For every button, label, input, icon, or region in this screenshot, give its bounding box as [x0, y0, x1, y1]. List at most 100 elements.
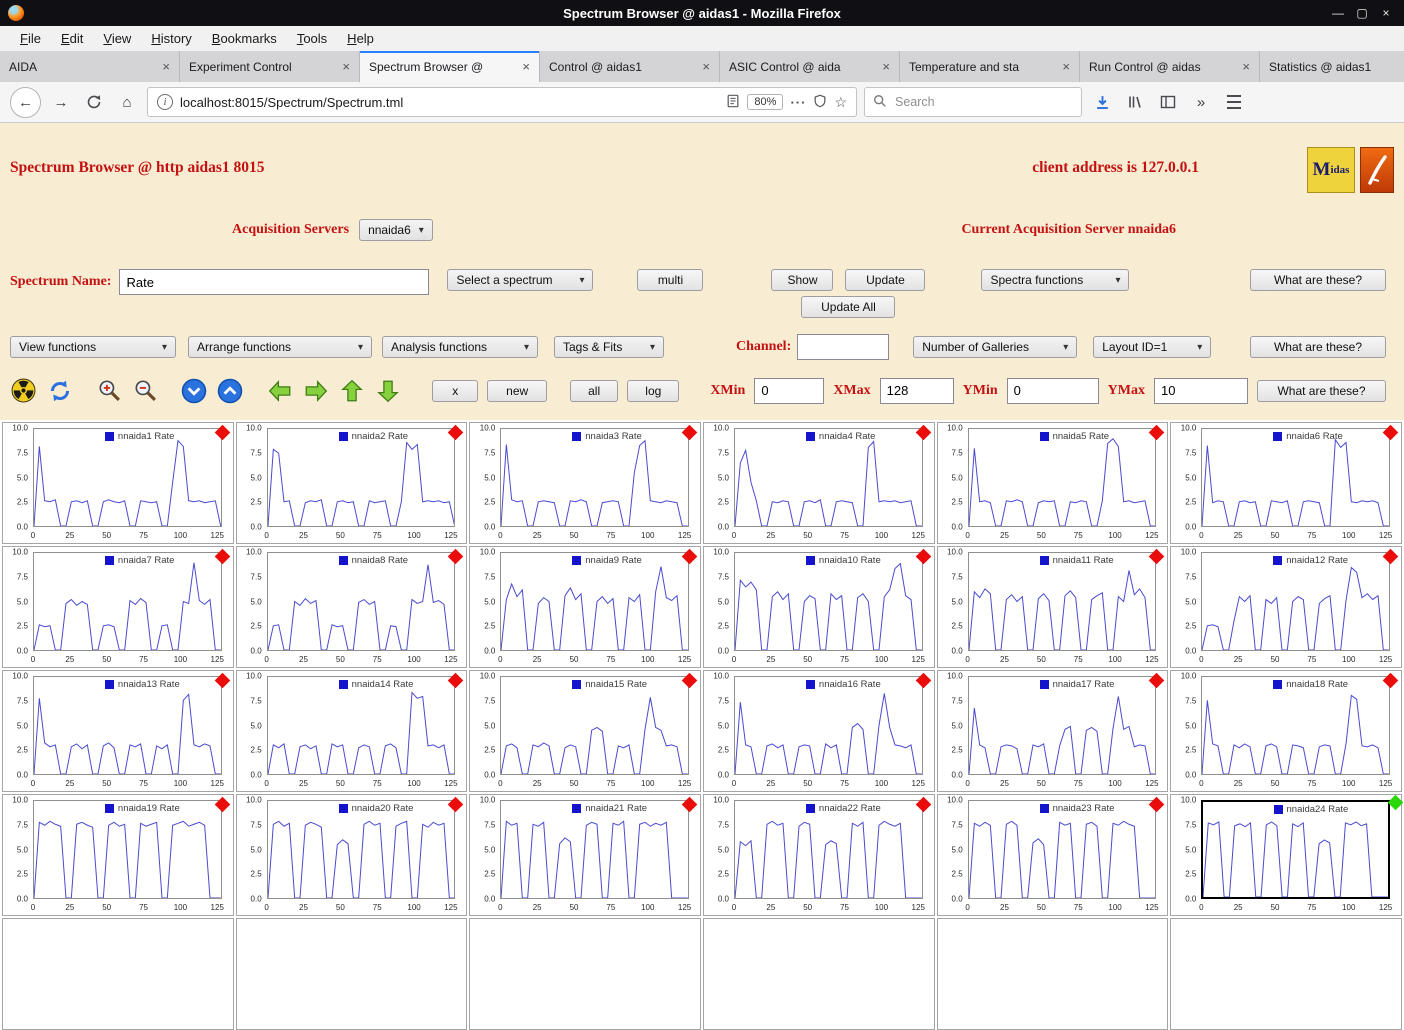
site-info-icon[interactable]: i: [157, 94, 173, 110]
tab-statistics-aidas1[interactable]: Statistics @ aidas1×: [1260, 51, 1404, 82]
tab-close-icon[interactable]: ×: [1062, 59, 1070, 74]
spectrum-panel-22[interactable]: 10.07.55.02.50.0nnaida22 Rate02550751001…: [703, 794, 935, 916]
what-are-these-button-2[interactable]: What are these?: [1250, 336, 1386, 358]
plot-area[interactable]: nnaida10 Rate: [734, 552, 923, 651]
update-button[interactable]: Update: [845, 269, 925, 291]
spectrum-panel-21[interactable]: 10.07.55.02.50.0nnaida21 Rate02550751001…: [469, 794, 701, 916]
plot-area[interactable]: nnaida18 Rate: [1201, 676, 1390, 775]
tab-asic-control-aida[interactable]: ASIC Control @ aida×: [720, 51, 900, 82]
up-arrow-icon[interactable]: [338, 377, 365, 404]
status-diamond-green[interactable]: [1388, 795, 1404, 811]
prev-arrow-icon[interactable]: [266, 377, 293, 404]
plot-area[interactable]: nnaida16 Rate: [734, 676, 923, 775]
forward-button[interactable]: →: [48, 89, 74, 115]
all-button[interactable]: all: [570, 380, 618, 402]
page-actions-icon[interactable]: ···: [790, 95, 806, 110]
plot-area[interactable]: nnaida12 Rate: [1201, 552, 1390, 651]
menu-tools[interactable]: Tools: [287, 29, 337, 48]
hamburger-menu-icon[interactable]: [1221, 89, 1247, 115]
log-button[interactable]: log: [627, 380, 679, 402]
what-are-these-button-1[interactable]: What are these?: [1250, 269, 1386, 291]
plot-area[interactable]: nnaida2 Rate: [267, 428, 456, 527]
x-button[interactable]: x: [432, 380, 478, 402]
spectrum-panel-4[interactable]: 10.07.55.02.50.0nnaida4 Rate025507510012…: [703, 422, 935, 544]
scroll-up-icon[interactable]: [216, 377, 243, 404]
number-of-galleries-dropdown[interactable]: Number of Galleries ▾: [913, 336, 1077, 358]
spectrum-panel-7[interactable]: 10.07.55.02.50.0nnaida7 Rate025507510012…: [2, 546, 234, 668]
spectrum-panel-11[interactable]: 10.07.55.02.50.0nnaida11 Rate02550751001…: [937, 546, 1169, 668]
menu-edit[interactable]: Edit: [51, 29, 93, 48]
zoom-in-icon[interactable]: [96, 377, 123, 404]
tags-fits-dropdown[interactable]: Tags & Fits ▾: [554, 336, 664, 358]
radiation-icon[interactable]: [10, 377, 37, 404]
tab-close-icon[interactable]: ×: [882, 59, 890, 74]
what-are-these-button-3[interactable]: What are these?: [1257, 380, 1386, 402]
plot-area[interactable]: nnaida4 Rate: [734, 428, 923, 527]
shield-icon[interactable]: [813, 94, 827, 111]
zoom-indicator[interactable]: 80%: [747, 94, 783, 110]
spectrum-panel-18[interactable]: 10.07.55.02.50.0nnaida18 Rate02550751001…: [1170, 670, 1402, 792]
menu-help[interactable]: Help: [337, 29, 384, 48]
minimize-button[interactable]: —: [1328, 6, 1348, 20]
layout-id-dropdown[interactable]: Layout ID=1 ▾: [1093, 336, 1211, 358]
scroll-down-icon[interactable]: [180, 377, 207, 404]
spectrum-panel-5[interactable]: 10.07.55.02.50.0nnaida5 Rate025507510012…: [937, 422, 1169, 544]
plot-area[interactable]: nnaida5 Rate: [968, 428, 1157, 527]
menu-file[interactable]: File: [10, 29, 51, 48]
spectrum-panel-8[interactable]: 10.07.55.02.50.0nnaida8 Rate025507510012…: [236, 546, 468, 668]
spectrum-name-input[interactable]: [119, 269, 429, 295]
home-icon[interactable]: ⌂: [114, 89, 140, 115]
menu-view[interactable]: View: [93, 29, 141, 48]
tab-close-icon[interactable]: ×: [342, 59, 350, 74]
xmax-input[interactable]: [880, 378, 954, 404]
update-all-button[interactable]: Update All: [801, 296, 895, 318]
spectrum-panel-3[interactable]: 10.07.55.02.50.0nnaida3 Rate025507510012…: [469, 422, 701, 544]
view-functions-dropdown[interactable]: View functions ▾: [10, 336, 176, 358]
search-input[interactable]: [893, 94, 1073, 110]
tab-run-control-aidas[interactable]: Run Control @ aidas×: [1080, 51, 1260, 82]
channel-input[interactable]: [797, 334, 889, 360]
tab-control-aidas1[interactable]: Control @ aidas1×: [540, 51, 720, 82]
ymin-input[interactable]: [1007, 378, 1099, 404]
xmin-input[interactable]: [754, 378, 824, 404]
tab-temperature-and-sta[interactable]: Temperature and sta×: [900, 51, 1080, 82]
plot-area[interactable]: nnaida21 Rate: [500, 800, 689, 899]
plot-area[interactable]: nnaida3 Rate: [500, 428, 689, 527]
analysis-functions-dropdown[interactable]: Analysis functions ▾: [382, 336, 538, 358]
menu-history[interactable]: History: [141, 29, 201, 48]
spectrum-panel-15[interactable]: 10.07.55.02.50.0nnaida15 Rate02550751001…: [469, 670, 701, 792]
menu-bookmarks[interactable]: Bookmarks: [202, 29, 287, 48]
reload-icon[interactable]: [81, 89, 107, 115]
url-text[interactable]: localhost:8015/Spectrum/Spectrum.tml: [180, 95, 403, 110]
plot-area[interactable]: nnaida7 Rate: [33, 552, 222, 651]
sidebar-icon[interactable]: [1155, 89, 1181, 115]
tab-close-icon[interactable]: ×: [1242, 59, 1250, 74]
spectrum-panel-14[interactable]: 10.07.55.02.50.0nnaida14 Rate02550751001…: [236, 670, 468, 792]
bookmark-star-icon[interactable]: ☆: [834, 94, 847, 111]
plot-area[interactable]: nnaida11 Rate: [968, 552, 1157, 651]
new-button[interactable]: new: [487, 380, 547, 402]
url-bar[interactable]: i localhost:8015/Spectrum/Spectrum.tml 8…: [147, 87, 857, 117]
multi-button[interactable]: multi: [637, 269, 703, 291]
spectrum-panel-24[interactable]: 10.07.55.02.50.0nnaida24 Rate02550751001…: [1170, 794, 1402, 916]
plot-area[interactable]: nnaida1 Rate: [33, 428, 222, 527]
spectrum-panel-2[interactable]: 10.07.55.02.50.0nnaida2 Rate025507510012…: [236, 422, 468, 544]
plot-area[interactable]: nnaida22 Rate: [734, 800, 923, 899]
tab-close-icon[interactable]: ×: [162, 59, 170, 74]
plot-area[interactable]: nnaida19 Rate: [33, 800, 222, 899]
arrange-functions-dropdown[interactable]: Arrange functions ▾: [188, 336, 372, 358]
acquisition-server-select[interactable]: nnaida6 ▾: [359, 219, 433, 241]
spectrum-panel-19[interactable]: 10.07.55.02.50.0nnaida19 Rate02550751001…: [2, 794, 234, 916]
plot-area[interactable]: nnaida17 Rate: [968, 676, 1157, 775]
tab-close-icon[interactable]: ×: [702, 59, 710, 74]
spectrum-panel-12[interactable]: 10.07.55.02.50.0nnaida12 Rate02550751001…: [1170, 546, 1402, 668]
downloads-icon[interactable]: [1089, 89, 1115, 115]
plot-area[interactable]: nnaida6 Rate: [1201, 428, 1390, 527]
show-button[interactable]: Show: [771, 269, 833, 291]
spectrum-panel-13[interactable]: 10.07.55.02.50.0nnaida13 Rate02550751001…: [2, 670, 234, 792]
ymax-input[interactable]: [1154, 378, 1248, 404]
close-button[interactable]: ×: [1376, 6, 1396, 20]
spectrum-panel-20[interactable]: 10.07.55.02.50.0nnaida20 Rate02550751001…: [236, 794, 468, 916]
tcl-powered-logo[interactable]: [1360, 147, 1394, 193]
maximize-button[interactable]: ▢: [1352, 6, 1372, 20]
